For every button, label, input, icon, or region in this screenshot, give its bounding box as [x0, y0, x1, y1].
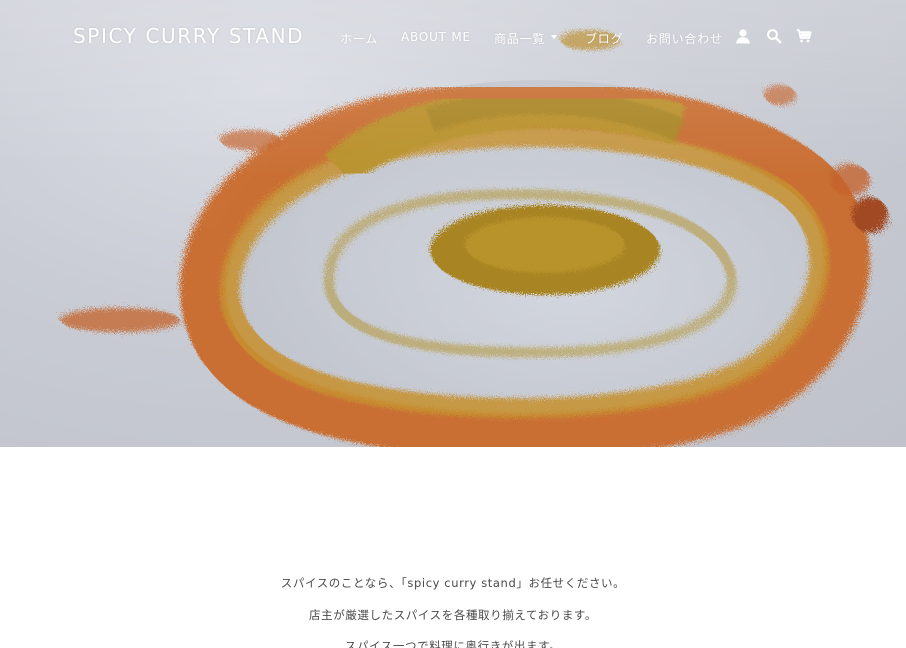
intro-line-3: スパイス一つで料理に奥行きが出ます。 [344, 639, 562, 648]
nav-contact[interactable]: お問い合わせ [646, 30, 723, 47]
site-logo[interactable]: SPICY CURRY STAND [73, 24, 304, 48]
nav-blog[interactable]: ブログ [585, 30, 623, 47]
site-header: SPICY CURRY STAND ホーム ABOUT ME 商品一覧 ブログ … [0, 0, 906, 75]
intro-line-2: 店主が厳選したスパイスを各種取り揃えております。 [309, 608, 597, 622]
page: SPICY CURRY STAND ホーム ABOUT ME 商品一覧 ブログ … [0, 0, 906, 648]
chevron-down-icon [551, 35, 557, 39]
nav-products-label: 商品一覧 [494, 32, 546, 46]
nav-about[interactable]: ABOUT ME [401, 30, 471, 44]
search-icon[interactable] [766, 28, 784, 46]
cart-icon[interactable] [796, 28, 814, 46]
nav-home[interactable]: ホーム [340, 30, 378, 47]
intro-line-1: スパイスのことなら、「spicy curry stand」お任せください。 [280, 576, 626, 590]
user-icon[interactable] [735, 28, 753, 46]
intro-section: スパイスのことなら、「spicy curry stand」お任せください。 店主… [0, 447, 906, 648]
nav-products[interactable]: 商品一覧 [494, 30, 545, 47]
